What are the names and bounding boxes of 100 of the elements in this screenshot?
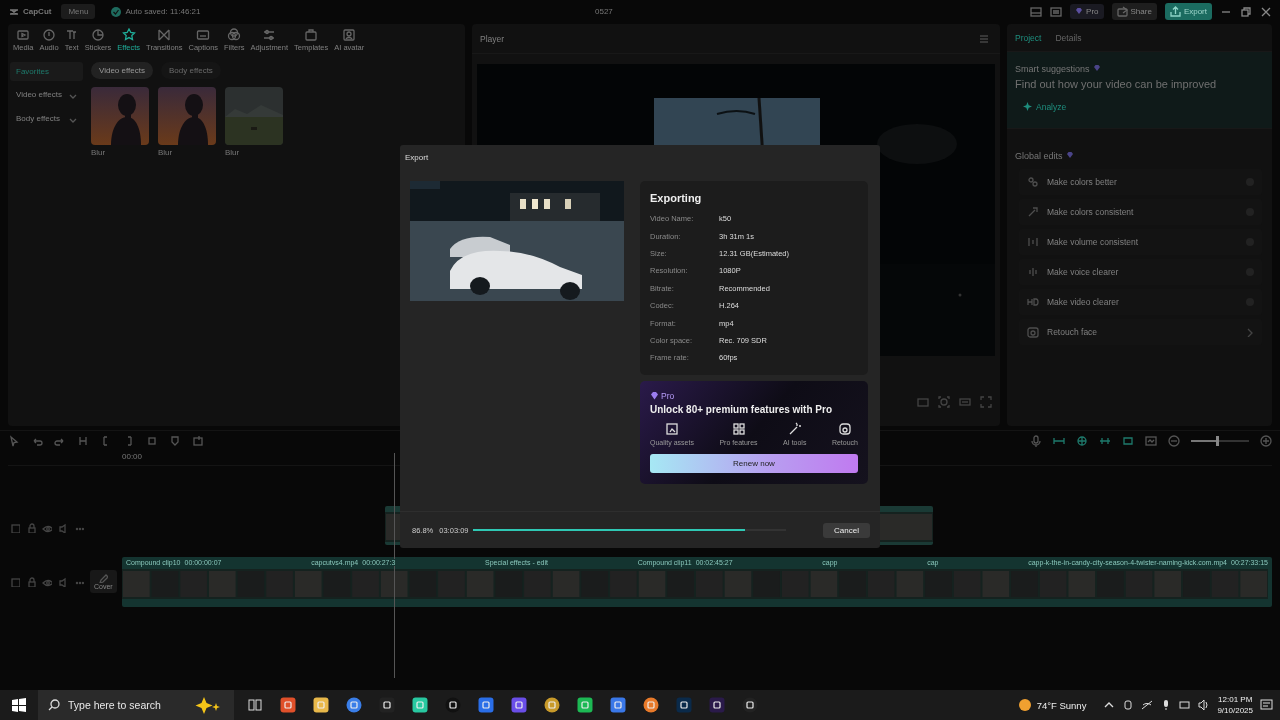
pro-button[interactable]: Pro [1070, 4, 1104, 20]
clock-time: 12:01 PM [1218, 694, 1253, 705]
tool-icon[interactable] [169, 434, 181, 447]
checkbox-icon[interactable] [10, 522, 20, 533]
app-icon[interactable] [412, 697, 428, 713]
check-icon [111, 6, 122, 17]
app-icon[interactable] [280, 697, 296, 713]
sun-icon [1017, 698, 1032, 712]
app-icon[interactable] [346, 697, 362, 713]
app-icon[interactable] [511, 697, 527, 713]
restore-icon[interactable] [1240, 5, 1252, 18]
close-icon[interactable] [1260, 5, 1272, 18]
edit-icon [1027, 235, 1039, 248]
app-icon[interactable] [709, 697, 725, 713]
snapshot-icon[interactable] [917, 395, 929, 408]
notification-icon[interactable] [1260, 698, 1274, 712]
app-icon[interactable] [643, 697, 659, 713]
tool-icon[interactable] [77, 434, 89, 447]
tool-icon [227, 27, 242, 42]
layout-icon[interactable] [1030, 5, 1043, 18]
device-icon[interactable] [1122, 699, 1135, 711]
battery-icon[interactable] [1179, 699, 1192, 711]
tool-icon[interactable] [8, 434, 20, 447]
cancel-button[interactable]: Cancel [823, 522, 870, 538]
windows-start-icon[interactable] [12, 698, 26, 712]
export-button[interactable]: Export [1164, 3, 1212, 21]
network-icon[interactable] [1141, 699, 1154, 711]
share-icon [1116, 6, 1128, 18]
app-icon[interactable] [313, 697, 329, 713]
app-icon[interactable] [379, 697, 395, 713]
tool-icon[interactable] [146, 434, 158, 447]
lock-icon[interactable] [26, 522, 36, 533]
diamond-icon [1065, 152, 1074, 160]
sparkle-icon [1023, 102, 1032, 112]
upload-icon [1169, 6, 1181, 18]
category-tab[interactable]: Video effects [91, 61, 153, 79]
tool-icon [90, 27, 105, 42]
diamond-icon [1075, 8, 1084, 16]
app-icon[interactable] [577, 697, 593, 713]
sidebar-item[interactable]: Favorites [10, 61, 83, 81]
fullscreen-icon[interactable] [980, 395, 992, 408]
pencil-icon [98, 573, 109, 583]
zoom-out-icon[interactable] [1168, 434, 1180, 447]
edit-icon [1027, 175, 1039, 188]
time-label: 00:00 [122, 451, 143, 461]
feature-icon [837, 421, 852, 436]
share-button[interactable]: Share [1111, 3, 1157, 21]
diamond-icon [1092, 65, 1101, 73]
volume-icon[interactable] [1198, 699, 1211, 711]
edit-icon [1027, 205, 1039, 218]
app-icon[interactable] [676, 697, 692, 713]
search-icon [48, 699, 60, 711]
app-icon[interactable] [610, 697, 626, 713]
zoom-in-icon[interactable] [1260, 434, 1272, 447]
task-view-icon[interactable] [247, 697, 263, 713]
search-box[interactable]: Type here to search [38, 690, 234, 720]
search-field[interactable]: Type here to search [66, 698, 186, 712]
checkbox-icon[interactable] [10, 576, 20, 587]
section-title: Smart suggestions [1015, 63, 1090, 74]
list-icon[interactable] [1050, 5, 1063, 18]
tool-icon [342, 27, 357, 42]
sparkle-icon [192, 695, 222, 715]
analyze-button[interactable]: Analyze [1015, 93, 1067, 112]
tool-icon [304, 27, 319, 42]
app-icon[interactable] [445, 697, 461, 713]
sidebar-item[interactable]: Video effects [10, 84, 83, 105]
ratio-icon[interactable] [959, 395, 971, 408]
speaker-icon[interactable] [58, 522, 68, 533]
app-icon[interactable] [478, 697, 494, 713]
category-tab[interactable]: Body effects [160, 61, 221, 79]
globe-icon[interactable] [1076, 434, 1088, 447]
edit-icon [1027, 325, 1039, 338]
edit-icon [1027, 265, 1039, 278]
menu-button[interactable]: Menu [61, 4, 96, 20]
menu-icon[interactable] [978, 32, 990, 45]
dialog-title: Export [404, 152, 430, 164]
tool-icon[interactable] [192, 434, 204, 447]
zoom-slider-thumb[interactable] [1216, 435, 1220, 446]
tool-icon [121, 27, 136, 42]
clock-date: 9/10/2025 [1217, 705, 1253, 716]
panel-tab[interactable]: Project [1015, 32, 1042, 43]
lock-icon[interactable] [26, 576, 36, 587]
tool-icon [42, 27, 57, 42]
panel-tab[interactable]: Details [1055, 32, 1082, 43]
section-title: Global edits [1015, 150, 1063, 161]
promo-title: Unlock 80+ premium features with Pro [650, 403, 833, 415]
renew-button[interactable]: Renew now [650, 453, 858, 473]
app-logo: CapCut [23, 7, 52, 17]
panel-title: Player [480, 33, 505, 44]
sidebar-item[interactable]: Body effects [10, 108, 83, 129]
focus-icon[interactable] [938, 395, 950, 408]
suggestion-text: Find out how your video can be improved [1015, 77, 1218, 90]
app-icon[interactable] [742, 697, 758, 713]
diamond-icon [650, 391, 659, 400]
speaker-icon[interactable] [58, 576, 68, 587]
app-icon[interactable] [544, 697, 560, 713]
weather-widget[interactable]: 74°F Sunny [1017, 698, 1087, 712]
project-name: 0527 [595, 7, 613, 16]
preview-icon[interactable] [1145, 434, 1157, 447]
pro-label: Pro [661, 390, 675, 401]
